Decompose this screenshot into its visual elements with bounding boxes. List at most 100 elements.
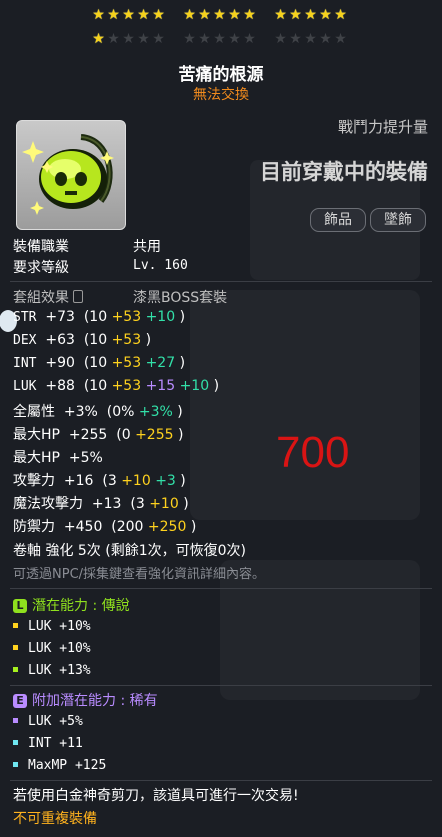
star-empty-icon: ★: [334, 31, 347, 47]
stat-line: DEX +63 (10 +53 ): [13, 332, 151, 348]
stat-close: ): [213, 378, 220, 394]
stat-bonus: +10: [121, 473, 156, 489]
job-value: 共用: [133, 239, 161, 255]
star-filled-icon: ★: [289, 7, 302, 23]
potential-line: LUK +10%: [13, 641, 91, 656]
stat-total: +13: [83, 496, 126, 512]
stat-bonus: +53: [111, 332, 146, 348]
star-empty-icon: ★: [183, 31, 196, 47]
star-empty-icon: ★: [122, 31, 135, 47]
level-value: Lv. 160: [133, 258, 188, 273]
stat-close: ): [183, 496, 189, 512]
stat-total: +3%: [55, 404, 103, 420]
scroll-info: 卷軸 強化 5次 (剩餘1次，可恢復0次): [13, 543, 246, 559]
stat-bonus: +27: [145, 355, 180, 371]
stat-label: 攻擊力: [13, 473, 55, 489]
stat-label: 防禦力: [13, 519, 55, 535]
stat-close: ): [180, 473, 186, 489]
star-filled-icon: ★: [198, 7, 211, 23]
star-filled-icon: ★: [92, 31, 105, 47]
star-empty-icon: ★: [213, 31, 226, 47]
star-group: ★ ★ ★ ★ ★: [273, 8, 348, 22]
stat-total: +450: [55, 519, 107, 535]
tag-accessory: 飾品: [310, 208, 366, 232]
item-name: 苦痛的根源: [178, 65, 264, 85]
bonus-line: INT +11: [13, 736, 83, 751]
stat-line: 全屬性 +3% (0% +3% ): [13, 401, 183, 421]
stat-close: ): [179, 309, 186, 325]
stat-line: 攻擊力 +16 (3 +10 +3 ): [13, 470, 186, 490]
stat-close: ): [145, 332, 152, 348]
unique-equip-note: 不可重複裝備: [13, 811, 97, 827]
stat-bonus: +10: [149, 496, 184, 512]
stat-label: 全屬性: [13, 404, 55, 420]
star-filled-icon: ★: [152, 7, 165, 23]
stat-total: +73: [36, 309, 80, 325]
stat-base: (10: [79, 332, 112, 348]
stat-base: (10: [79, 309, 112, 325]
stat-bonus: +53: [111, 355, 146, 371]
stat-bonus: +53: [111, 378, 146, 394]
combat-power-label: 戰鬥力提升量: [337, 118, 428, 136]
item-tooltip: ★ ★ ★ ★ ★ ★ ★ ★ ★ ★ ★ ★ ★ ★ ★ ★ ★ ★ ★ ★ ★ ★ ★ ★ ★ ★ ★ ★ ★ ★ 苦痛的根源 無法…: [0, 0, 442, 837]
stat-bonus: +3: [155, 473, 181, 489]
star-empty-icon: ★: [198, 31, 211, 47]
stat-label: 魔法攻擊力: [13, 496, 83, 512]
divider: [10, 780, 432, 781]
stat-close: ): [190, 519, 197, 535]
star-force-row-2: ★ ★ ★ ★ ★ ★ ★ ★ ★ ★ ★ ★ ★ ★ ★: [91, 32, 364, 46]
potential-line: LUK +13%: [13, 663, 91, 678]
bonus-potential-header: E 附加潛在能力 : 稀有: [13, 690, 158, 710]
stat-close: ): [177, 404, 183, 420]
stat-line: STR +73 (10 +53 +10 ): [13, 309, 185, 325]
stat-base: (0: [111, 427, 136, 443]
stat-line: INT +90 (10 +53 +27 ): [13, 355, 185, 371]
stat-bonus: +15: [145, 378, 180, 394]
bullet-icon: [13, 740, 18, 745]
stat-total: +63: [36, 332, 80, 348]
star-group: ★ ★ ★ ★ ★: [182, 8, 257, 22]
star-empty-icon: ★: [304, 31, 317, 47]
stat-base: (10: [79, 355, 112, 371]
legendary-badge: L: [13, 599, 27, 613]
star-empty-icon: ★: [152, 31, 165, 47]
star-filled-icon: ★: [334, 7, 347, 23]
stat-bonus: +250: [147, 519, 191, 535]
star-filled-icon: ★: [107, 7, 120, 23]
bullet-icon: [13, 623, 18, 628]
star-group: ★ ★ ★ ★ ★: [273, 32, 348, 46]
stat-close: ): [179, 355, 186, 371]
star-filled-icon: ★: [319, 7, 332, 23]
stat-total: +16: [55, 473, 98, 489]
equipped-label: 目前穿戴中的裝備: [260, 160, 428, 184]
divider: [10, 281, 432, 282]
star-group: ★ ★ ★ ★ ★: [91, 8, 166, 22]
star-group: ★ ★ ★ ★ ★: [91, 32, 166, 46]
stat-label: LUK: [13, 379, 37, 394]
stat-total: +88: [36, 378, 80, 394]
stat-bonus: +10: [179, 378, 214, 394]
stat-line: 魔法攻擊力 +13 (3 +10 ): [13, 493, 189, 513]
set-effect-value: 漆黑BOSS套裝: [133, 290, 228, 306]
star-filled-icon: ★: [213, 7, 226, 23]
stat-line: LUK +88 (10 +53 +15 +10 ): [13, 378, 219, 394]
bullet-icon: [13, 762, 18, 767]
stat-bonus: +53: [111, 309, 146, 325]
stat-label: STR: [13, 310, 37, 325]
bullet-icon: [13, 667, 18, 672]
star-empty-icon: ★: [319, 31, 332, 47]
stat-base: (3: [125, 496, 150, 512]
tag-pendant: 墜飾: [370, 208, 426, 232]
stat-bonus: +10: [145, 309, 180, 325]
stat-label: 最大HP: [13, 450, 60, 466]
stat-close: ): [177, 427, 184, 443]
stat-bonus: +255: [135, 427, 178, 443]
stat-total: +90: [36, 355, 80, 371]
set-effect-label: 套組效果: [13, 287, 84, 307]
job-label: 裝備職業: [13, 239, 69, 255]
stat-base: (200: [106, 519, 148, 535]
star-group: ★ ★ ★ ★ ★: [182, 32, 257, 46]
star-filled-icon: ★: [243, 7, 256, 23]
star-filled-icon: ★: [183, 7, 196, 23]
bonus-line: LUK +5%: [13, 714, 83, 729]
